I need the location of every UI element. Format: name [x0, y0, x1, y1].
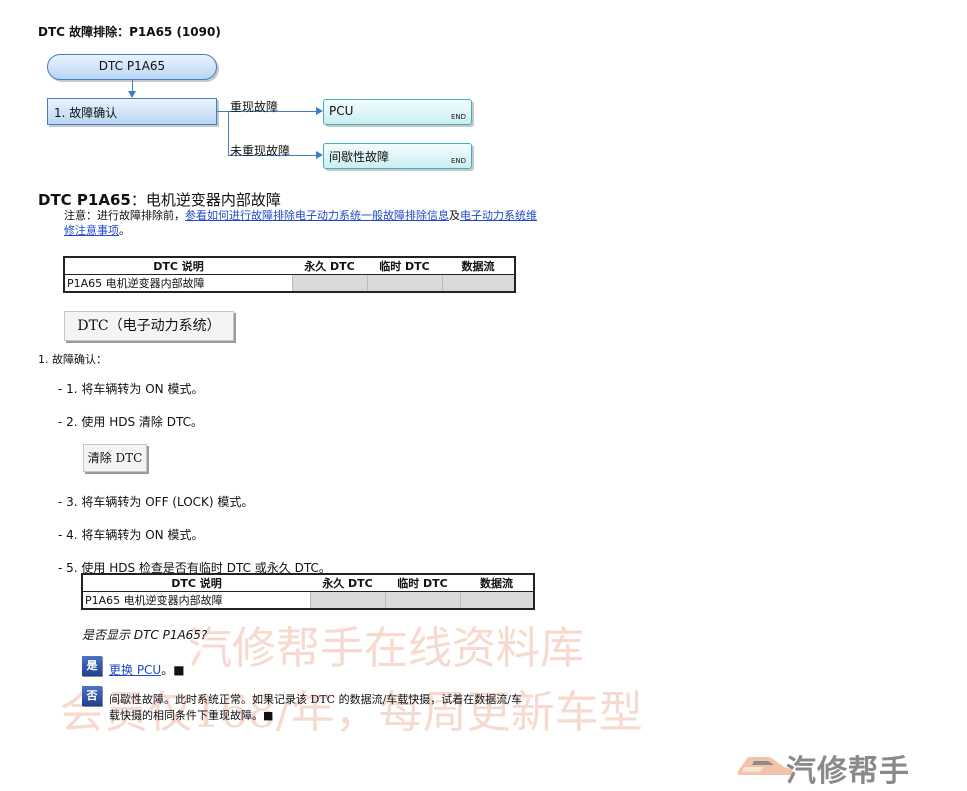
no-answer-line-1: 间歇性故障。此时系统正常。如果记录该 DTC 的数据流/车载快摄，试着在数据流/…: [109, 693, 522, 706]
table-header: 数据流: [460, 574, 534, 592]
clear-dtc-button[interactable]: 清除 DTC: [83, 444, 147, 472]
section-title-desc: 电机逆变器内部故障: [145, 191, 281, 209]
table-row: P1A65 电机逆变器内部故障: [82, 591, 534, 609]
flowchart-step1-node[interactable]: 1. 故障确认: [47, 98, 217, 125]
dtc-info-table: DTC 说明 永久 DTC 临时 DTC 数据流 P1A65 电机逆变器内部故障: [63, 256, 516, 293]
substep-2: - 2. 使用 HDS 清除 DTC。: [58, 415, 203, 429]
section-title-colon: ：: [130, 191, 146, 209]
section-title: DTC P1A65：电机逆变器内部故障: [38, 189, 281, 210]
flowchart-start-label: DTC P1A65: [98, 59, 166, 73]
service-precautions-link-cont[interactable]: 修注意事项: [64, 224, 119, 237]
table-cell: [441, 274, 515, 292]
end-tag: END: [450, 113, 466, 121]
yes-answer-suffix: 。■: [161, 663, 185, 677]
table-row: P1A65 电机逆变器内部故障: [64, 274, 515, 292]
no-icon: 否: [82, 686, 102, 706]
flow-arrow-down-icon: [128, 91, 136, 98]
table-cell: [384, 591, 460, 609]
end-tag: END: [450, 157, 466, 165]
table-header: 临时 DTC: [367, 257, 442, 275]
no-answer-line-2: 载快摄的相同条件下重现故障。■: [109, 709, 274, 722]
yes-icon: 是: [82, 656, 102, 676]
note-suffix: 。: [119, 224, 130, 237]
watermark-logo: 汽修帮手: [734, 745, 964, 789]
logo-text: 汽修帮手: [786, 754, 910, 789]
no-answer: 间歇性故障。此时系统正常。如果记录该 DTC 的数据流/车载快摄，试着在数据流/…: [109, 692, 522, 724]
procedure-step-1: 1. 故障确认：: [38, 353, 107, 366]
page-title: DTC 故障排除：P1A65 (1090): [38, 25, 221, 39]
table-header-row: DTC 说明 永久 DTC 临时 DTC 数据流: [64, 257, 515, 275]
branch-label-reproduced: 重现故障: [230, 100, 279, 114]
flow-arrow-right-icon: [316, 151, 323, 159]
yes-answer: 更换 PCU。■: [109, 661, 185, 678]
note-paragraph: 注意：进行故障排除前，参看如何进行故障排除电子动力系统一般故障排除信息及电子动力…: [64, 208, 537, 238]
branch-label-not-reproduced: 未重现故障: [230, 144, 291, 158]
dtc-check-table: DTC 说明 永久 DTC 临时 DTC 数据流 P1A65 电机逆变器内部故障: [81, 573, 535, 610]
flowchart-start-node[interactable]: DTC P1A65: [47, 54, 217, 80]
table-header: 永久 DTC: [310, 574, 385, 592]
flow-connector: [228, 111, 229, 155]
table-header: DTC 说明: [82, 574, 310, 592]
end-pcu-label: PCU: [329, 104, 354, 118]
note-mid: 及: [449, 209, 460, 222]
flow-arrow-right-icon: [316, 107, 323, 115]
general-troubleshooting-link[interactable]: 参看如何进行故障排除电子动力系统一般故障排除信息: [185, 209, 449, 222]
flowchart-step1-label: 1. 故障确认: [54, 106, 118, 120]
note-prefix: 注意：进行故障排除前，: [64, 209, 185, 222]
replace-pcu-link[interactable]: 更换 PCU: [109, 663, 161, 677]
end-intermittent-label: 间歇性故障: [329, 150, 390, 164]
table-header: 数据流: [442, 257, 515, 275]
substep-3: - 3. 将车辆转为 OFF (LOCK) 模式。: [58, 495, 254, 509]
watermark-line-1: 汽修帮手在线资料库: [188, 623, 584, 674]
table-cell: P1A65 电机逆变器内部故障: [85, 594, 223, 607]
table-cell: [366, 274, 442, 292]
flowchart-end-pcu[interactable]: PCU END: [323, 99, 472, 125]
table-cell: [291, 274, 367, 292]
substep-1: - 1. 将车辆转为 ON 模式。: [58, 382, 204, 396]
table-header: 临时 DTC: [385, 574, 460, 592]
logo-car-icon: [738, 757, 792, 775]
table-cell: [309, 591, 385, 609]
table-header-row: DTC 说明 永久 DTC 临时 DTC 数据流: [82, 574, 534, 592]
question-text: 是否显示 DTC P1A65?: [82, 628, 208, 642]
table-header: 永久 DTC: [292, 257, 367, 275]
table-cell: P1A65 电机逆变器内部故障: [67, 277, 205, 290]
flowchart-end-intermittent[interactable]: 间歇性故障 END: [323, 143, 472, 169]
service-precautions-link[interactable]: 电子动力系统维: [460, 209, 537, 222]
table-header: DTC 说明: [64, 257, 292, 275]
substep-4: - 4. 将车辆转为 ON 模式。: [58, 528, 204, 542]
section-title-code: DTC P1A65: [38, 191, 131, 209]
dtc-electric-power-system-button[interactable]: DTC（电子动力系统）: [64, 311, 234, 341]
table-cell: [459, 591, 534, 609]
